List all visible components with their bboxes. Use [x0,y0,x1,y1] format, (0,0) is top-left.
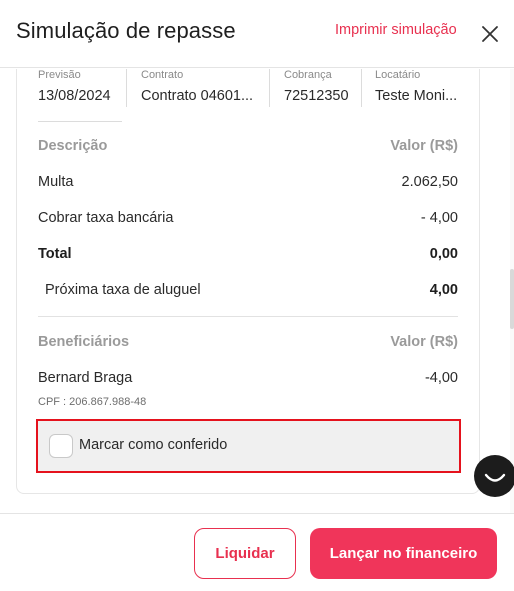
close-icon[interactable] [478,22,502,46]
next-fee-value: 4,00 [429,282,458,298]
info-label: Contrato [141,69,184,81]
modal-header: Simulação de repasse Imprimir simulação [0,0,514,68]
page-title: Simulação de repasse [16,18,236,43]
beneficiary-name: Bernard Braga [38,370,133,386]
info-value: 13/08/2024 [38,88,111,104]
info-value: Contrato 04601... [141,88,254,104]
info-label: Cobrança [284,69,332,81]
post-to-finance-button[interactable]: Lançar no financeiro [310,528,497,579]
divider [38,316,458,317]
column-header-value: Valor (R$) [390,334,458,350]
column-header-beneficiaries: Beneficiários [38,334,130,350]
divider [126,69,127,107]
divider [361,69,362,107]
footer-divider [0,513,514,514]
items-header: Descrição Valor (R$) [38,138,458,160]
modal-body[interactable]: Previsão 13/08/2024 Contrato Contrato 04… [0,69,514,513]
divider [38,121,122,122]
info-value: Teste Moni... [375,88,458,104]
scrollbar-thumb[interactable] [510,269,514,329]
total-label: Total [38,246,72,262]
beneficiaries-header: Beneficiários Valor (R$) [38,334,458,356]
info-forecast: Previsão 13/08/2024 [38,69,122,105]
info-label: Locatário [375,69,421,81]
divider [269,69,270,107]
print-simulation-link[interactable]: Imprimir simulação [335,22,457,38]
column-header-value: Valor (R$) [390,138,458,154]
info-value: 72512350 [284,88,349,104]
item-label: Multa [38,174,74,190]
mark-as-checked-option[interactable]: Marcar como conferido [36,419,461,473]
total-row: Total 0,00 [38,246,458,268]
next-fee-row: Próxima taxa de aluguel 4,00 [38,282,458,304]
total-value: 0,00 [429,246,458,262]
info-contract: Contrato Contrato 04601... [141,69,265,105]
item-value: 2.062,50 [401,174,458,190]
beneficiary-row: Bernard Braga -4,00 [38,370,458,392]
list-item: Multa 2.062,50 [38,174,458,196]
column-header-description: Descrição [38,138,108,154]
info-label: Previsão [38,69,81,81]
beneficiary-cpf: CPF : 206.867.988-48 [38,396,147,408]
info-billing: Cobrança 72512350 [284,69,358,105]
checkbox-label: Marcar como conferido [79,437,228,453]
item-value: - 4,00 [420,210,458,226]
checkbox[interactable] [49,434,73,458]
scrollbar[interactable] [510,69,514,513]
settle-button[interactable]: Liquidar [194,528,296,579]
beneficiary-value: -4,00 [424,370,458,386]
next-fee-label: Próxima taxa de aluguel [45,282,201,298]
info-tenant: Locatário Teste Moni... [375,69,461,105]
list-item: Cobrar taxa bancária - 4,00 [38,210,458,232]
item-label: Cobrar taxa bancária [38,210,174,226]
chat-smile-icon[interactable] [474,455,514,497]
